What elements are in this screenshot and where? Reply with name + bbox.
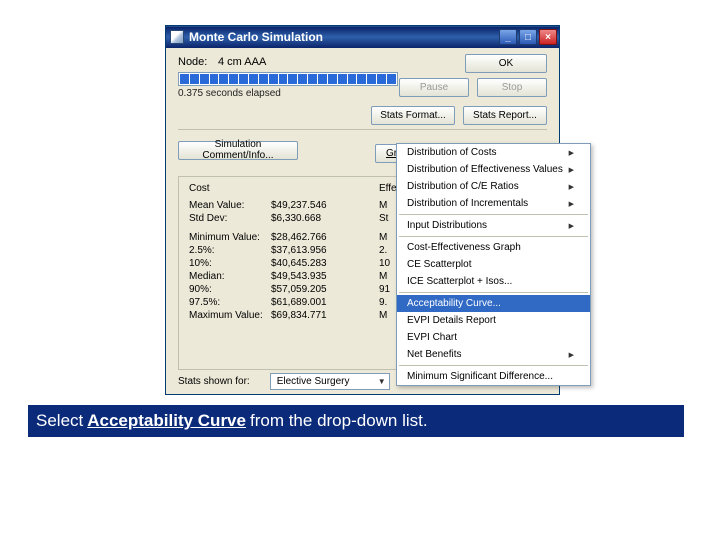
menu-item-label: Distribution of Effectiveness Values	[407, 164, 563, 175]
stat-row: 97.5%:$61,689.001	[189, 297, 349, 308]
stat-key: 97.5%:	[189, 297, 271, 308]
instruction-pre: Select	[36, 411, 83, 431]
menu-item[interactable]: Distribution of Incrementals	[397, 195, 590, 212]
stat-key: Maximum Value:	[189, 310, 271, 321]
stop-button[interactable]: Stop	[477, 78, 547, 97]
node-label: Node:	[178, 56, 218, 68]
stat-value: $69,834.771	[271, 310, 349, 321]
menu-item-label: EVPI Chart	[407, 332, 457, 343]
menu-separator	[399, 214, 588, 215]
menu-item-label: Input Distributions	[407, 220, 487, 231]
window-title: Monte Carlo Simulation	[189, 30, 499, 44]
stat-value: $37,613.956	[271, 245, 349, 256]
menu-item[interactable]: Minimum Significant Difference...	[397, 368, 590, 385]
menu-item[interactable]: ICE Scatterplot + Isos...	[397, 273, 590, 290]
instruction-banner: Select Acceptability Curve from the drop…	[28, 405, 684, 437]
divider	[178, 129, 547, 130]
menu-item-label: Cost-Effectiveness Graph	[407, 242, 521, 253]
menu-item[interactable]: Distribution of Costs	[397, 144, 590, 161]
node-value: 4 cm AAA	[218, 56, 266, 68]
stat-row: Mean Value:$49,237.546	[189, 200, 349, 211]
stat-key: 90%:	[189, 284, 271, 295]
stat-value: $61,689.001	[271, 297, 349, 308]
menu-item[interactable]: Distribution of C/E Ratios	[397, 178, 590, 195]
menu-item-label: EVPI Details Report	[407, 315, 496, 326]
stat-value: $6,330.668	[271, 213, 349, 224]
stat-key: Median:	[189, 271, 271, 282]
stat-value: $49,237.546	[271, 200, 349, 211]
menu-separator	[399, 236, 588, 237]
menu-item[interactable]: Input Distributions	[397, 217, 590, 234]
menu-item-label: Distribution of C/E Ratios	[407, 181, 519, 192]
progress-bar	[178, 72, 398, 86]
stat-row: Median:$49,543.935	[189, 271, 349, 282]
menu-item[interactable]: EVPI Details Report	[397, 312, 590, 329]
menu-item-label: Net Benefits	[407, 349, 461, 360]
stat-row: Minimum Value:$28,462.766	[189, 232, 349, 243]
stat-key: Minimum Value:	[189, 232, 271, 243]
titlebar: Monte Carlo Simulation _ □ ×	[166, 26, 559, 48]
menu-item-label: CE Scatterplot	[407, 259, 471, 270]
stat-row: 10%:$40,645.283	[189, 258, 349, 269]
stat-row: 90%:$57,059.205	[189, 284, 349, 295]
stats-shown-for-select[interactable]: Elective Surgery ▼	[270, 373, 390, 390]
stat-row: Std Dev:$6,330.668	[189, 213, 349, 224]
menu-item-label: Distribution of Incrementals	[407, 198, 528, 209]
stat-value: $40,645.283	[271, 258, 349, 269]
menu-item[interactable]: Acceptability Curve...	[397, 295, 590, 312]
menu-item-label: Minimum Significant Difference...	[407, 371, 553, 382]
stat-key: 10%:	[189, 258, 271, 269]
footer-row: Stats shown for: Elective Surgery ▼	[178, 373, 390, 390]
simulation-comment-button[interactable]: Simulation Comment/Info...	[178, 141, 298, 160]
stat-key: Mean Value:	[189, 200, 271, 211]
stat-row: Maximum Value:$69,834.771	[189, 310, 349, 321]
menu-item[interactable]: Cost-Effectiveness Graph	[397, 239, 590, 256]
menu-item[interactable]: CE Scatterplot	[397, 256, 590, 273]
chevron-down-icon: ▼	[378, 377, 386, 386]
stat-key: Std Dev:	[189, 213, 271, 224]
cost-title: Cost	[189, 183, 349, 194]
stat-row: 2.5%:$37,613.956	[189, 245, 349, 256]
pause-stop-row: Pause Stop	[399, 78, 547, 97]
stats-buttons-row: Stats Format... Stats Report...	[371, 106, 547, 125]
minimize-button[interactable]: _	[499, 29, 517, 45]
stats-shown-for-label: Stats shown for:	[178, 376, 250, 387]
menu-separator	[399, 365, 588, 366]
menu-item-label: Distribution of Costs	[407, 147, 496, 158]
menu-item-label: ICE Scatterplot + Isos...	[407, 276, 512, 287]
app-icon	[170, 30, 184, 44]
instruction-post: from the drop-down list.	[250, 411, 428, 431]
cost-column: Cost Mean Value:$49,237.546Std Dev:$6,33…	[189, 183, 349, 323]
menu-item[interactable]: EVPI Chart	[397, 329, 590, 346]
ok-button[interactable]: OK	[465, 54, 547, 73]
stats-report-button[interactable]: Stats Report...	[463, 106, 547, 125]
select-value: Elective Surgery	[277, 376, 350, 387]
stat-key: 2.5%:	[189, 245, 271, 256]
close-button[interactable]: ×	[539, 29, 557, 45]
stat-value: $28,462.766	[271, 232, 349, 243]
menu-item-label: Acceptability Curve...	[407, 298, 501, 309]
pause-button[interactable]: Pause	[399, 78, 469, 97]
maximize-button[interactable]: □	[519, 29, 537, 45]
instruction-emphasis: Acceptability Curve	[83, 411, 250, 431]
menu-separator	[399, 292, 588, 293]
stats-format-button[interactable]: Stats Format...	[371, 106, 455, 125]
stat-value: $49,543.935	[271, 271, 349, 282]
window-controls: _ □ ×	[499, 29, 557, 45]
menu-item[interactable]: Net Benefits	[397, 346, 590, 363]
graph-menu: Distribution of Costs Distribution of Eff…	[396, 143, 591, 386]
menu-item[interactable]: Distribution of Effectiveness Values	[397, 161, 590, 178]
stat-value: $57,059.205	[271, 284, 349, 295]
